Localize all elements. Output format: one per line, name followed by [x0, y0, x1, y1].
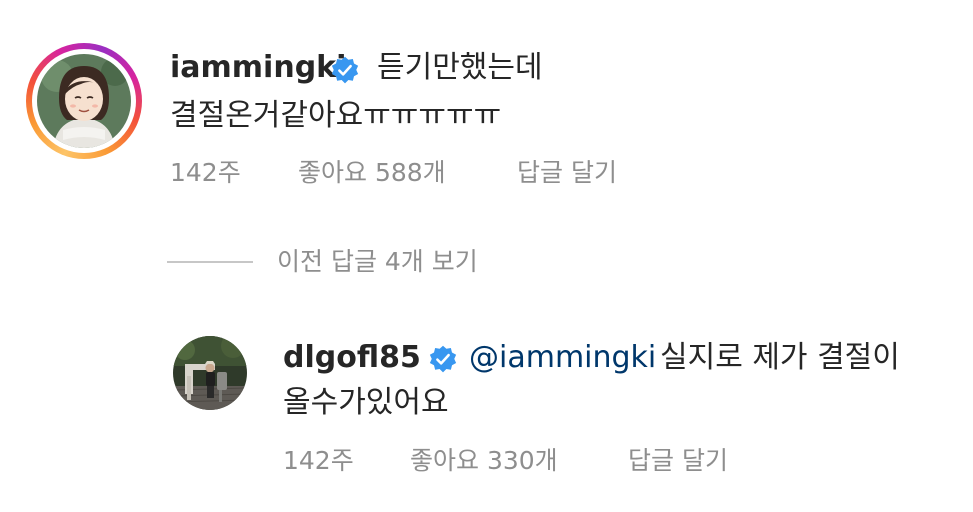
- reply-likes[interactable]: 좋아요 330개: [410, 446, 558, 476]
- avatar-dlgofl85[interactable]: [173, 336, 247, 410]
- verified-badge-icon: [331, 56, 359, 84]
- reply-time: 142주: [283, 446, 354, 475]
- avatar-iammingki: [37, 54, 131, 148]
- comment-likes[interactable]: 좋아요 588개: [298, 158, 446, 188]
- view-previous-replies-label[interactable]: 이전 답글 4개 보기: [277, 247, 478, 277]
- reply-mention-link[interactable]: @iammingki: [469, 340, 656, 376]
- reply-text-line1: 실지로 제가 결절이: [660, 340, 900, 375]
- comment-text-line1: 듣기만했는데: [377, 50, 543, 85]
- reply-text-line2: 올수가있어요: [283, 385, 449, 420]
- comment-reply-button[interactable]: 답글 달기: [517, 158, 617, 188]
- replies-divider: [167, 261, 253, 263]
- reply-reply-button[interactable]: 답글 달기: [628, 446, 728, 476]
- story-ring-avatar[interactable]: [26, 43, 142, 159]
- comment-text-line2: 결절온거같아요ㅠㅠㅠㅠㅠ: [170, 98, 502, 133]
- comment-username[interactable]: iammingki: [170, 50, 346, 86]
- comment-time: 142주: [170, 158, 241, 187]
- verified-badge-icon: [429, 345, 457, 373]
- reply-username[interactable]: dlgofl85: [283, 340, 421, 376]
